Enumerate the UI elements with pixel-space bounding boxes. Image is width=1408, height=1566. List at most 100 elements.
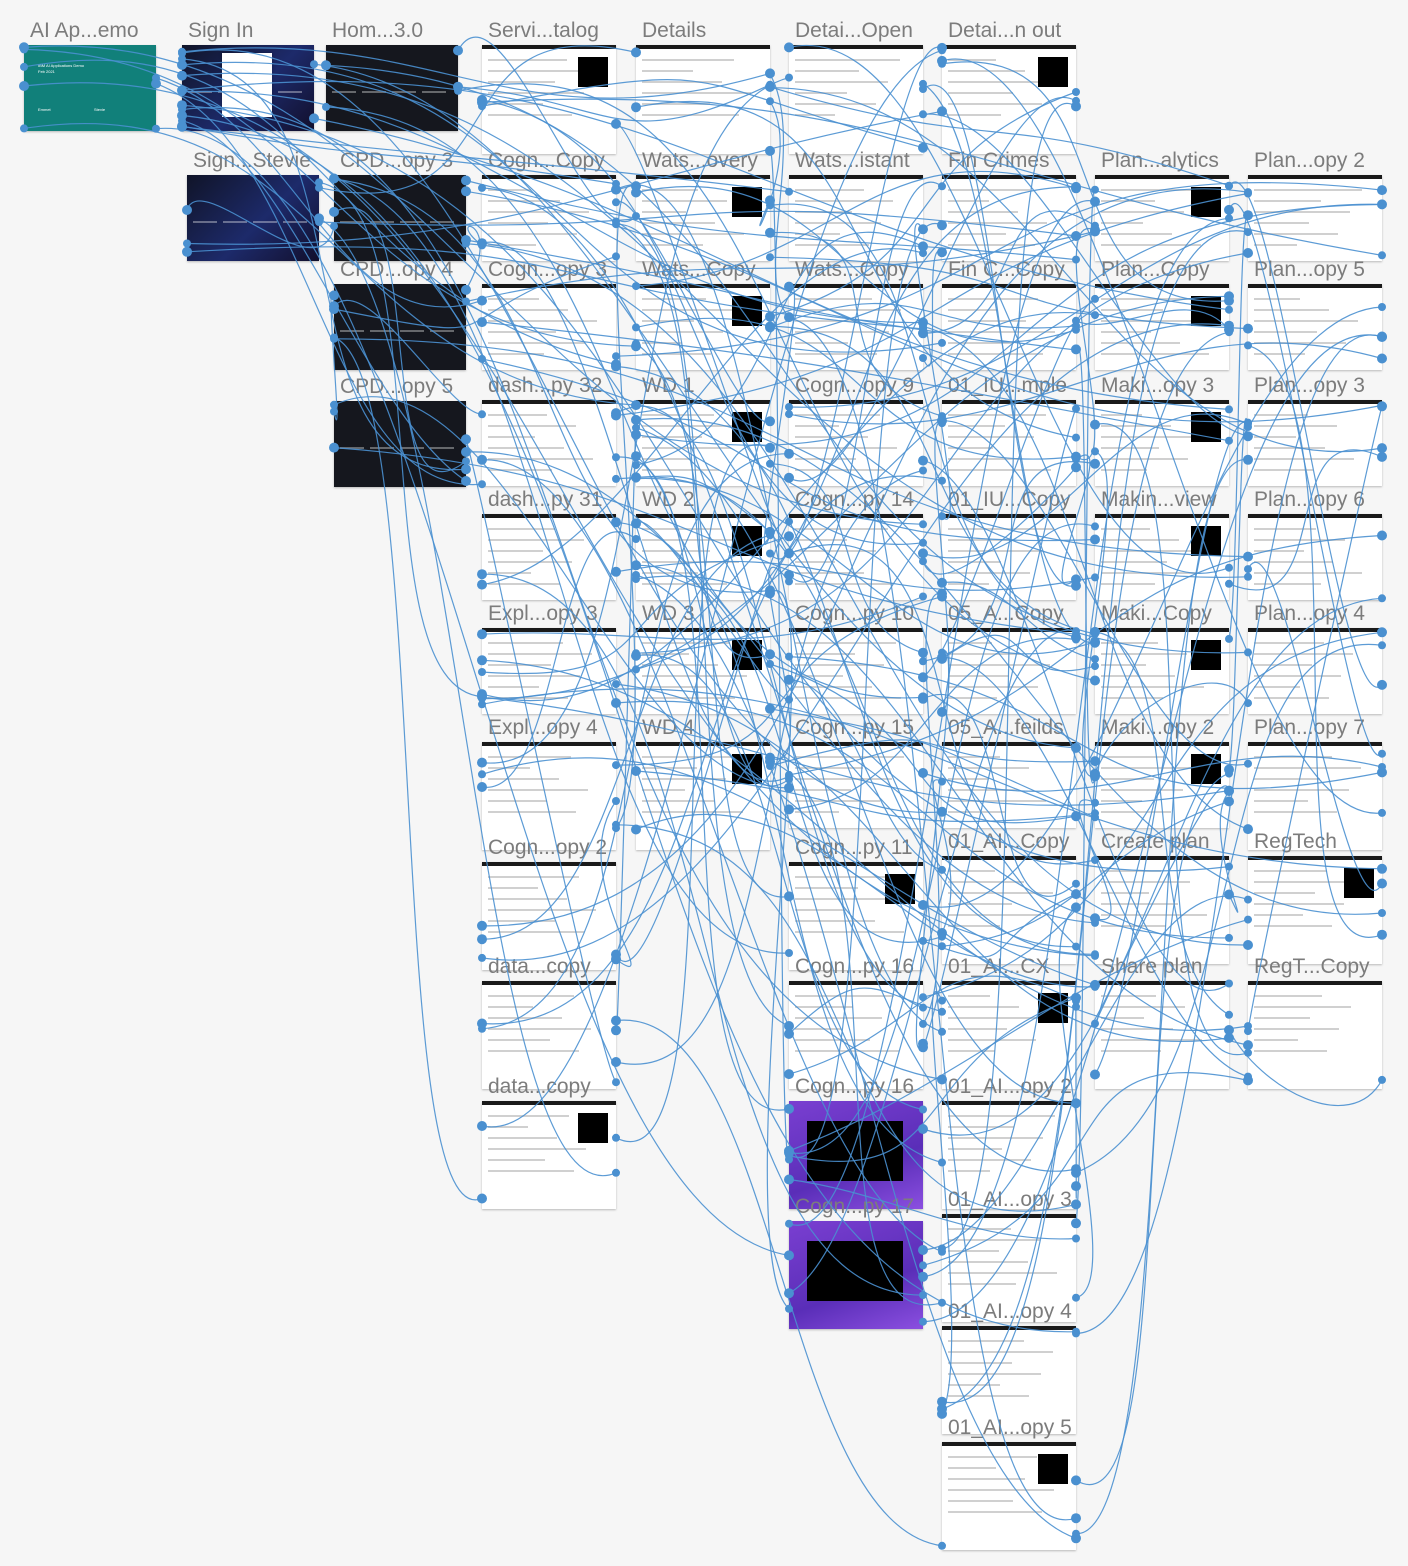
artboard-label-plan-opy-3[interactable]: Plan...opy 3: [1254, 374, 1365, 398]
artboard-label-cogn-py-15[interactable]: Cogn...py 15: [795, 716, 914, 740]
artboard-cogn-opy-2[interactable]: [482, 862, 616, 970]
artboard-wats-istant[interactable]: [789, 175, 923, 261]
artboard-maki-copy[interactable]: [1095, 628, 1229, 714]
artboard-label-cogn-opy-3[interactable]: Cogn...opy 3: [488, 258, 607, 282]
artboard-label-data-copy[interactable]: data...copy: [488, 1075, 591, 1099]
artboard-cogn-py-17[interactable]: [789, 1221, 923, 1329]
artboard-regtech[interactable]: [1248, 856, 1382, 964]
artboard-cogn-py-11[interactable]: [789, 862, 923, 970]
artboard-plan-alytics[interactable]: [1095, 175, 1229, 261]
artboard-cogn-py-16[interactable]: [789, 1101, 923, 1209]
artboard-cogn-opy-9[interactable]: [789, 400, 923, 486]
artboard-regt-copy[interactable]: [1248, 981, 1382, 1089]
artboard-label-01-iu-mple[interactable]: 01_IU...mple: [948, 374, 1067, 398]
artboard-detai-open[interactable]: [789, 45, 923, 154]
artboard-label-plan-alytics[interactable]: Plan...alytics: [1101, 149, 1219, 173]
artboard-label-fin-crimes[interactable]: Fin Crimes: [948, 149, 1050, 173]
artboard-label-cpd-opy-5[interactable]: CPD...opy 5: [340, 375, 453, 399]
artboard-label-cogn-py-16[interactable]: Cogn...py 16: [795, 1075, 914, 1099]
artboard-cogn-py-10[interactable]: [789, 628, 923, 714]
artboard-label-servi-talog[interactable]: Servi...talog: [488, 19, 599, 43]
artboard-label-wd-2[interactable]: WD 2: [642, 488, 695, 512]
artboard-label-detai-open[interactable]: Detai...Open: [795, 19, 913, 43]
artboard-detai-n-out[interactable]: [942, 45, 1076, 154]
artboard-plan-opy-4[interactable]: [1248, 628, 1382, 714]
artboard-label-wats-istant[interactable]: Wats...istant: [795, 149, 910, 173]
artboard-expl-opy-3[interactable]: [482, 628, 616, 714]
artboard-label-dash-py-32[interactable]: dash...py 32: [488, 374, 602, 398]
artboard-label-dash-py-31[interactable]: dash...py 31: [488, 488, 602, 512]
artboard-label-detai-n-out[interactable]: Detai...n out: [948, 19, 1061, 43]
artboard-wd-2[interactable]: [636, 514, 770, 600]
artboard-label-01-ai-opy-4[interactable]: 01_AI...opy 4: [948, 1300, 1072, 1324]
artboard-cogn-py-15[interactable]: [789, 742, 923, 828]
artboard-sign-stevie[interactable]: [187, 175, 319, 261]
artboard-plan-opy-2[interactable]: [1248, 175, 1382, 261]
artboard-label-01-ai-opy-3[interactable]: 01_AI...opy 3: [948, 1188, 1072, 1212]
artboard-label-01-ai-opy-5[interactable]: 01_AI...opy 5: [948, 1416, 1072, 1440]
artboard-01-ai-opy-5[interactable]: [942, 1442, 1076, 1550]
artboard-label-plan-copy[interactable]: Plan...Copy: [1101, 258, 1210, 282]
artboard-label-maki-opy-3[interactable]: Maki...opy 3: [1101, 374, 1214, 398]
artboard-label-hom-3-0[interactable]: Hom...3.0: [332, 19, 423, 43]
artboard-share-plan[interactable]: [1095, 981, 1229, 1089]
artboard-cogn-opy-3[interactable]: [482, 284, 616, 370]
artboard-label-05-a-feilds[interactable]: 05_A...feilds: [948, 716, 1064, 740]
artboard-label-cogn-opy-9[interactable]: Cogn...opy 9: [795, 374, 914, 398]
artboard-label-cpd-opy-3[interactable]: CPD...opy 3: [340, 149, 453, 173]
artboard-create-plan[interactable]: [1095, 856, 1229, 964]
artboard-label-maki-copy[interactable]: Maki...Copy: [1101, 602, 1212, 626]
artboard-data-copy[interactable]: [482, 981, 616, 1089]
artboard-dash-py-31[interactable]: [482, 514, 616, 600]
artboard-maki-opy-2[interactable]: [1095, 742, 1229, 828]
artboard-label-create-plan[interactable]: Create plan: [1101, 830, 1210, 854]
artboard-label-01-iu-copy[interactable]: 01_IU...Copy: [948, 488, 1071, 512]
artboard-label-sign-stevie[interactable]: Sign...Stevie: [193, 149, 311, 173]
artboard-label-plan-opy-2[interactable]: Plan...opy 2: [1254, 149, 1365, 173]
artboard-label-cogn-py-10[interactable]: Cogn...py 10: [795, 602, 914, 626]
artboard-cogn-copy[interactable]: [482, 175, 616, 261]
artboard-label-plan-opy-5[interactable]: Plan...opy 5: [1254, 258, 1365, 282]
artboard-fin-c-copy[interactable]: [942, 284, 1076, 370]
artboard-cpd-opy-5[interactable]: [334, 401, 466, 487]
artboard-label-01-ai-copy[interactable]: 01_AI...Copy: [948, 830, 1069, 854]
artboard-label-wats-copy[interactable]: Wats...Copy: [642, 258, 756, 282]
artboard-maki-opy-3[interactable]: [1095, 400, 1229, 486]
artboard-label-cpd-opy-4[interactable]: CPD...opy 4: [340, 258, 453, 282]
artboard-label-wd-3[interactable]: WD 3: [642, 602, 695, 626]
artboard-dash-py-32[interactable]: [482, 400, 616, 486]
artboard-01-iu-copy[interactable]: [942, 514, 1076, 600]
artboard-label-cogn-py-14[interactable]: Cogn...py 14: [795, 488, 914, 512]
artboard-wd-3[interactable]: [636, 628, 770, 714]
artboard-01-iu-mple[interactable]: [942, 400, 1076, 486]
artboard-label-01-ai-opy-2[interactable]: 01_AI...opy 2: [948, 1075, 1072, 1099]
artboard-ai-ap-emo[interactable]: IBM AI Applications Demo Feb 2021 Emmet Ste…: [24, 45, 156, 131]
artboard-label-ai-ap-emo[interactable]: AI Ap...emo: [30, 19, 139, 43]
artboard-cogn-py-16[interactable]: [789, 981, 923, 1089]
artboard-label-wd-4[interactable]: WD 4: [642, 716, 695, 740]
artboard-data-copy[interactable]: [482, 1101, 616, 1209]
artboard-cpd-opy-4[interactable]: [334, 284, 466, 370]
artboard-label-01-ai-cx[interactable]: 01_AI...CX: [948, 955, 1050, 979]
artboard-05-a-copy[interactable]: [942, 628, 1076, 714]
prototype-canvas[interactable]: AI Ap...emo IBM AI Applications Demo Feb 2…: [0, 0, 1408, 1566]
artboard-label-maki-opy-2[interactable]: Maki...opy 2: [1101, 716, 1214, 740]
artboard-label-makin-view[interactable]: Makin...view: [1101, 488, 1217, 512]
artboard-servi-talog[interactable]: [482, 45, 616, 154]
artboard-label-wats-overy[interactable]: Wats...overy: [642, 149, 758, 173]
artboard-expl-opy-4[interactable]: [482, 742, 616, 850]
artboard-label-regtech[interactable]: RegTech: [1254, 830, 1337, 854]
artboard-makin-view[interactable]: [1095, 514, 1229, 600]
artboard-label-expl-opy-4[interactable]: Expl...opy 4: [488, 716, 598, 740]
artboard-label-expl-opy-3[interactable]: Expl...opy 3: [488, 602, 598, 626]
artboard-wats-copy[interactable]: [789, 284, 923, 370]
artboard-plan-opy-3[interactable]: [1248, 400, 1382, 486]
artboard-label-plan-opy-4[interactable]: Plan...opy 4: [1254, 602, 1365, 626]
artboard-wats-overy[interactable]: [636, 175, 770, 261]
artboard-label-data-copy[interactable]: data...copy: [488, 955, 591, 979]
artboard-label-plan-opy-7[interactable]: Plan...opy 7: [1254, 716, 1365, 740]
artboard-cpd-opy-3[interactable]: [334, 175, 466, 261]
artboard-label-cogn-py-16[interactable]: Cogn...py 16: [795, 955, 914, 979]
artboard-label-fin-c-copy[interactable]: Fin C...Copy: [948, 258, 1065, 282]
artboard-plan-opy-6[interactable]: [1248, 514, 1382, 600]
